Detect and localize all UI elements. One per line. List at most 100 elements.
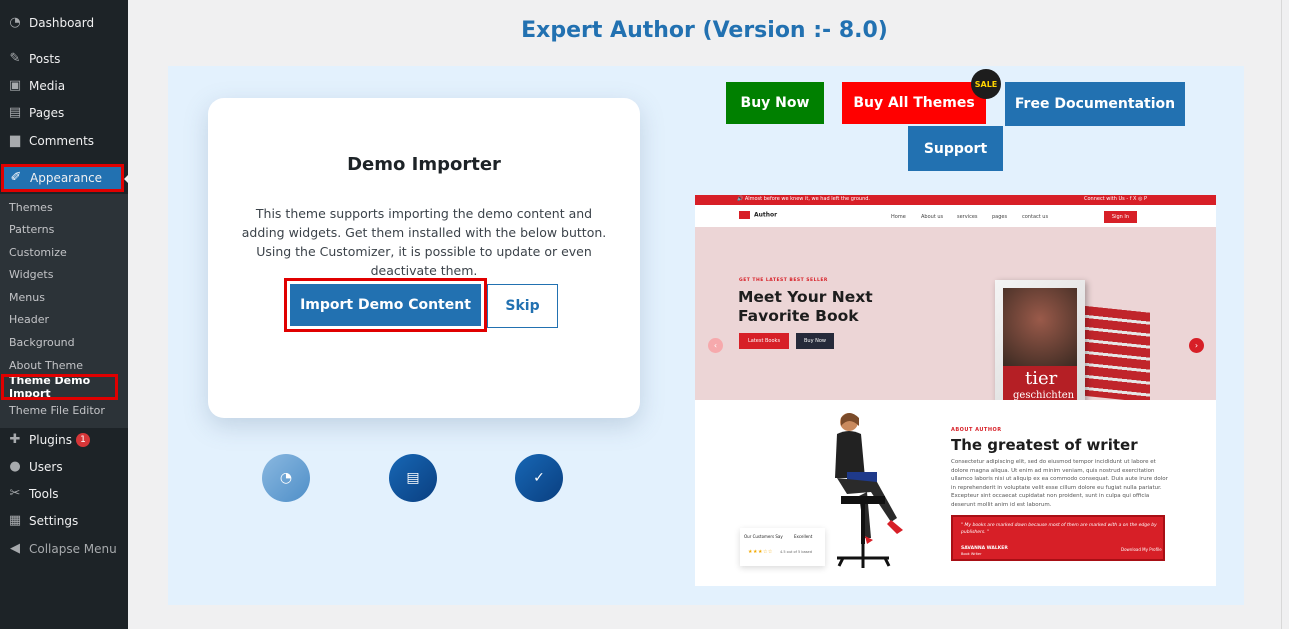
buy-all-themes-button[interactable]: Buy All Themes: [842, 82, 986, 124]
preview-social-links: Connect with Us - f X ◎ P: [1084, 196, 1148, 202]
sidebar-item-label: Collapse Menu: [29, 542, 117, 556]
preview-navbar: Author Home About us services pages cont…: [695, 205, 1216, 227]
sidebar-item-label: Appearance: [30, 171, 103, 185]
step-complete[interactable]: ✓: [515, 454, 563, 502]
plugin-icon: ✚: [9, 432, 21, 447]
card-title: Demo Importer: [347, 154, 501, 175]
preview-nav-link: Home: [891, 214, 906, 220]
preview-nav-link: pages: [992, 214, 1008, 220]
sidebar-item-settings[interactable]: ▦ Settings: [0, 508, 128, 534]
sale-badge: SALE: [971, 69, 1001, 99]
collapse-menu-button[interactable]: ◀ Collapse Menu: [0, 536, 128, 562]
preview-logo-text: Author: [754, 211, 778, 219]
sidebar-item-label: Dashboard: [29, 16, 95, 30]
review-rating: 4.5 out of 5 based: [780, 550, 812, 554]
support-button[interactable]: Support: [908, 126, 1003, 171]
comments-icon: ▆: [10, 133, 20, 148]
preview-nav-link: About us: [921, 214, 944, 220]
page-scrollbar[interactable]: [1281, 0, 1289, 629]
sidebar-item-pages[interactable]: ▤ Pages: [0, 100, 128, 126]
preview-about-text: Consectetur adipiscing elit, sed do eius…: [951, 459, 1168, 508]
sidebar-item-label: Tools: [29, 487, 59, 501]
sidebar-item-media[interactable]: ▣ Media: [0, 73, 128, 99]
book-stack-illustration: [1080, 305, 1150, 403]
preview-signin-button: Sign In: [1104, 211, 1137, 223]
collapse-icon: ◀: [10, 541, 20, 556]
skip-button[interactable]: Skip: [487, 284, 558, 328]
theme-preview-image: 🔊 Almost before we knew it, we had left …: [695, 195, 1216, 586]
sidebar-item-appearance[interactable]: ✐ Appearance: [1, 164, 124, 192]
sidebar-item-posts[interactable]: ✎ Posts: [0, 46, 128, 72]
submenu-theme-file-editor[interactable]: Theme File Editor: [9, 404, 105, 417]
chevron-right-icon: ›: [1189, 338, 1204, 353]
import-demo-content-button[interactable]: Import Demo Content: [290, 284, 481, 326]
import-button-highlight: Import Demo Content: [284, 278, 487, 332]
submenu-customize[interactable]: Customize: [9, 246, 67, 259]
sidebar-item-label: Posts: [29, 52, 61, 66]
preview-quote-box: " My books are marked down because most …: [951, 515, 1165, 561]
demo-import-panel: Demo Importer This theme supports import…: [168, 66, 1244, 605]
admin-sidebar: ◔ Dashboard ✎ Posts ▣ Media ▤ Pages ▆ Co…: [0, 0, 132, 629]
submenu-patterns[interactable]: Patterns: [9, 223, 54, 236]
book-logo-icon: [739, 211, 750, 219]
submenu-header[interactable]: Header: [9, 313, 49, 326]
quote-link: Download My Profile: [1121, 547, 1162, 552]
preview-about-kicker: ABOUT AUTHOR: [951, 427, 1002, 433]
preview-latest-books-button: Latest Books: [739, 333, 789, 349]
sidebar-item-label: Pages: [29, 106, 65, 120]
widgets-step-icon: ▤: [406, 470, 420, 486]
sidebar-item-label: Plugins: [29, 433, 72, 447]
preview-logo: Author: [739, 211, 777, 219]
check-step-icon: ✓: [533, 470, 545, 486]
chevron-left-icon: ‹: [708, 338, 723, 353]
preview-topbar: 🔊 Almost before we knew it, we had left …: [695, 195, 1216, 205]
sidebar-item-users[interactable]: ● Users: [0, 454, 128, 480]
submenu-theme-demo-import[interactable]: Theme Demo Import: [1, 374, 118, 400]
review-excellent: Excellent: [794, 534, 813, 539]
preview-hero: GET THE LATEST BEST SELLER Meet Your Nex…: [695, 227, 1216, 410]
review-label: Our Customers Say: [744, 534, 783, 539]
sidebar-item-label: Comments: [29, 134, 95, 148]
preview-about-section: Our Customers Say Excellent ★★★☆☆ 4.5 ou…: [695, 400, 1216, 586]
free-documentation-button[interactable]: Free Documentation: [1005, 82, 1185, 126]
submenu-widgets[interactable]: Widgets: [9, 268, 53, 281]
sidebar-item-dashboard[interactable]: ◔ Dashboard: [0, 10, 128, 36]
star-rating-icon: ★★★☆☆: [748, 549, 773, 555]
quote-role: Book Writer: [961, 552, 982, 556]
preview-nav-link: contact us: [1022, 214, 1049, 220]
preview-review-card: Our Customers Say Excellent ★★★☆☆ 4.5 ou…: [740, 528, 825, 566]
media-icon: ▣: [8, 78, 22, 93]
settings-icon: ▦: [8, 513, 22, 528]
book-title-line-1: tier: [1025, 368, 1058, 389]
submenu-background[interactable]: Background: [9, 336, 75, 349]
sidebar-item-label: Users: [29, 460, 63, 474]
wrench-icon: ✂: [9, 486, 21, 501]
page-title: Expert Author (Version :- 8.0): [521, 18, 888, 43]
pin-icon: ✎: [9, 51, 21, 66]
buy-now-button[interactable]: Buy Now: [726, 82, 824, 124]
quote-author: SAVANNA WALKER: [961, 546, 1008, 551]
step-dashboard[interactable]: ◔: [262, 454, 310, 502]
preview-hero-heading: Meet Your Next Favorite Book: [738, 288, 873, 325]
dashboard-step-icon: ◔: [279, 470, 293, 486]
sidebar-item-label: Settings: [29, 514, 79, 528]
submenu-menus[interactable]: Menus: [9, 291, 45, 304]
demo-importer-card: Demo Importer This theme supports import…: [208, 98, 640, 418]
dashboard-icon: ◔: [9, 15, 21, 30]
sidebar-item-comments[interactable]: ▆ Comments: [0, 128, 128, 154]
submenu-themes[interactable]: Themes: [9, 201, 53, 214]
preview-hero-kicker: GET THE LATEST BEST SELLER: [739, 278, 828, 283]
submenu-about-theme[interactable]: About Theme: [9, 359, 83, 372]
paintbrush-icon: ✐: [10, 170, 22, 185]
update-count-badge: 1: [75, 433, 90, 447]
preview-nav-link: services: [957, 214, 978, 220]
main-content: Expert Author (Version :- 8.0) Demo Impo…: [128, 0, 1281, 629]
preview-buy-now-button: Buy Now: [796, 333, 834, 349]
sidebar-item-label: Media: [29, 79, 66, 93]
sidebar-item-tools[interactable]: ✂ Tools: [0, 481, 128, 507]
book-cover-art: [1003, 288, 1077, 366]
quote-text: " My books are marked down because most …: [961, 523, 1157, 535]
preview-about-heading: The greatest of writer: [951, 436, 1138, 454]
sidebar-item-plugins[interactable]: ✚ Plugins 1: [0, 427, 128, 453]
step-widgets[interactable]: ▤: [389, 454, 437, 502]
